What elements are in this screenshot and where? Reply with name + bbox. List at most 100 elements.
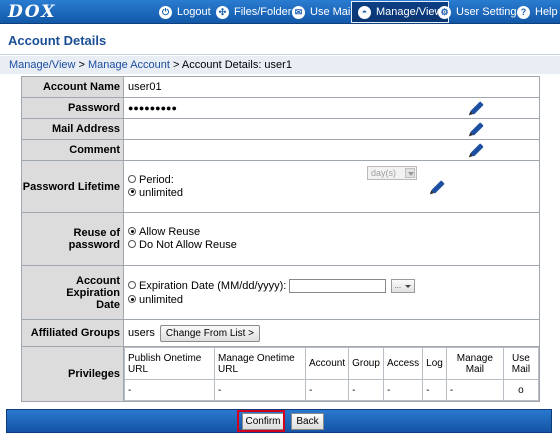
expiration-date-dropdown[interactable]: ... [391,279,416,294]
password-cell: ●●●●●●●●● [123,97,540,119]
mail-address-label: Mail Address [21,118,124,140]
top-nav-bar: DOX ⏻ Logout ✣ Files/Folders ✉ Use Mail … [0,0,560,24]
logout-icon: ⏻ [159,5,172,19]
password-value: ●●●●●●●●● [128,103,177,113]
period-unit-select: day(s) [367,166,417,180]
help-icon: ? [517,5,530,19]
nav-files-folders-label: Files/Folders [234,6,297,18]
privilege-value: - [124,379,215,401]
files-folders-icon: ✣ [216,5,229,19]
reuse-password-cell: Allow Reuse Do Not Allow Reuse [123,212,540,266]
nav-user-setting[interactable]: ⚙ User Setting [438,0,517,24]
allow-reuse-option[interactable]: Allow Reuse [128,226,539,239]
row-password-lifetime: Password Lifetime Period: unlimited day(… [21,160,540,213]
breadcrumb-separator: > [75,59,88,71]
user-setting-icon: ⚙ [438,5,451,19]
account-expiration-cell: Expiration Date (MM/dd/yyyy): ... unlimi… [123,265,540,320]
period-option[interactable]: Period: [128,174,539,187]
reuse-password-label: Reuse of password [21,212,124,266]
back-button[interactable]: Back [291,413,324,430]
expiration-date-option[interactable]: Expiration Date (MM/dd/yyyy): ... [128,278,539,294]
privilege-header: Publish Onetime URL [124,347,215,380]
edit-mail-pencil-icon[interactable] [470,122,484,136]
period-radio[interactable] [128,174,136,183]
expiration-unlimited-option[interactable]: unlimited [128,294,539,307]
manage-view-icon: ◓ [358,5,371,19]
nav-logout-label: Logout [177,6,211,18]
lifetime-unlimited-label: unlimited [139,186,184,199]
account-expiration-label-line2: Date [96,298,120,311]
breadcrumb: Manage/View > Manage Account > Account D… [0,56,560,74]
privileges-cell: Publish Onetime URL Manage Onetime URL A… [123,346,540,402]
allow-reuse-radio[interactable] [128,227,136,236]
period-option-label: Period: [139,173,174,186]
row-privileges: Privileges Publish Onetime URL Manage On… [21,346,540,402]
privilege-header: Log [422,347,447,380]
page-title: Account Details [8,33,107,48]
comment-cell [123,139,540,161]
mail-address-cell [123,118,540,140]
privilege-value: - [348,379,384,401]
expiration-date-input[interactable] [289,279,387,294]
expiration-unlimited-radio[interactable] [128,295,136,304]
privilege-value: o [502,379,540,401]
title-divider [0,54,560,55]
expiration-date-label: Expiration Date (MM/dd/yyyy): [139,280,287,292]
nav-help-label: Help [535,6,558,18]
privileges-table: Publish Onetime URL Manage Onetime URL A… [124,347,540,401]
privilege-header: Use Mail [502,347,540,380]
edit-comment-pencil-icon[interactable] [470,143,484,157]
nav-logout[interactable]: ⏻ Logout [159,0,211,24]
lifetime-unlimited-option[interactable]: unlimited [128,187,539,200]
breadcrumb-manage-account[interactable]: Manage Account [88,59,170,71]
breadcrumb-current: Account Details: user1 [181,59,292,71]
password-label: Password [21,97,124,119]
period-unit-value: day(s) [371,168,397,178]
nav-user-setting-label: User Setting [456,6,517,18]
privilege-header: Manage Onetime URL [214,347,306,380]
nav-manage-view-label: Manage/View [376,6,443,18]
privilege-value: - [304,379,350,401]
account-details-table: Account Name user01 Password ●●●●●●●●● M… [21,76,540,402]
deny-reuse-option[interactable]: Do Not Allow Reuse [128,239,539,252]
change-from-list-button[interactable]: Change From List > [159,324,261,342]
row-password: Password ●●●●●●●●● [21,97,540,119]
breadcrumb-manage-view[interactable]: Manage/View [9,59,75,71]
privilege-header: Account [304,347,350,380]
chevron-down-icon [405,168,415,178]
nav-use-mail-label: Use Mail [310,6,353,18]
row-reuse-password: Reuse of password Allow Reuse Do Not All… [21,212,540,266]
app-logo: DOX [8,2,57,22]
privilege-value: - [422,379,447,401]
nav-files-folders[interactable]: ✣ Files/Folders [216,0,297,24]
row-account-expiration: Account Expiration Date Expiration Date … [21,265,540,320]
privilege-header: Access [382,347,424,380]
privilege-header: Group [348,347,384,380]
edit-password-pencil-icon[interactable] [470,101,484,115]
row-comment: Comment [21,139,540,161]
confirm-highlight-box [237,410,285,432]
comment-label: Comment [21,139,124,161]
affiliated-groups-value: users [128,326,155,339]
row-mail-address: Mail Address [21,118,540,140]
account-expiration-label-line1: Account Expiration [66,274,120,299]
nav-help[interactable]: ? Help [517,0,558,24]
password-lifetime-label: Password Lifetime [21,160,124,213]
privileges-label: Privileges [21,346,124,402]
privileges-header-row: Publish Onetime URL Manage Onetime URL A… [124,347,540,380]
account-name-label: Account Name [21,76,124,98]
affiliated-groups-label: Affiliated Groups [21,319,124,347]
account-expiration-label: Account Expiration Date [21,265,124,320]
nav-manage-view[interactable]: ◓ Manage/View [351,1,450,23]
allow-reuse-label: Allow Reuse [139,226,201,238]
privilege-header: Manage Mail [445,347,504,380]
breadcrumb-separator: > [169,59,182,71]
deny-reuse-radio[interactable] [128,240,136,249]
expiration-date-radio[interactable] [128,281,136,290]
password-lifetime-cell: Period: unlimited day(s) [123,160,540,213]
expiration-unlimited-label: unlimited [139,294,184,306]
nav-use-mail[interactable]: ✉ Use Mail [292,0,353,24]
lifetime-unlimited-radio[interactable] [128,187,136,196]
privilege-value: - [214,379,306,401]
privilege-value: - [382,379,424,401]
